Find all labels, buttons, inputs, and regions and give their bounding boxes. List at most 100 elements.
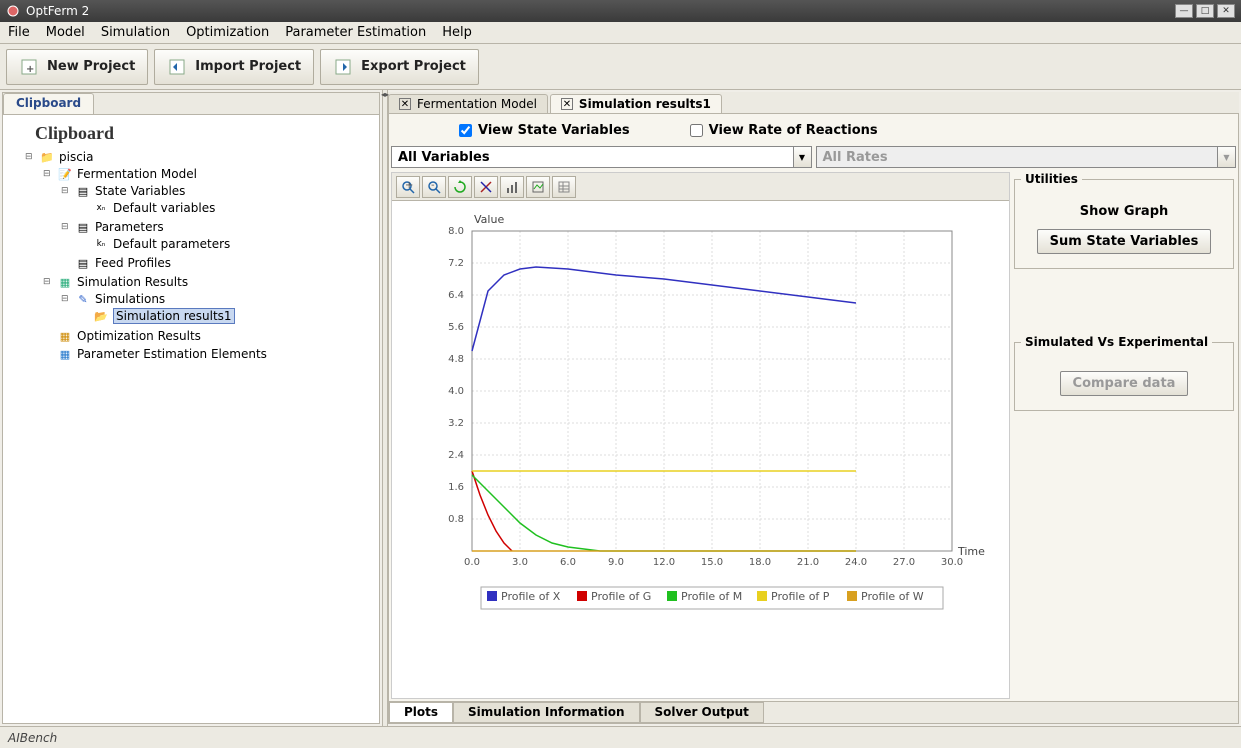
tree-node-par-est[interactable]: ▦ Parameter Estimation Elements [43,346,375,362]
menubar: FileModelSimulationOptimizationParameter… [0,22,1241,44]
tree-node-sim-results[interactable]: ⊟ ▦ Simulation Results [43,274,375,290]
zoom-out-button[interactable]: - [422,176,446,198]
tab-label: Simulation results1 [579,97,711,111]
check-label: View State Variables [478,123,630,138]
tree-label: Default parameters [113,237,230,251]
expand-icon[interactable]: ⊟ [61,222,71,232]
expand-icon[interactable]: ⊟ [61,294,71,304]
svg-text:6.0: 6.0 [560,557,576,568]
splitter[interactable]: ◂▸ [382,90,388,726]
expand-icon[interactable]: ⊟ [25,152,35,162]
export-chart-button[interactable] [526,176,550,198]
tree-node-simulations[interactable]: ⊟ ✎ Simulations [61,291,375,307]
edit-chart-button[interactable] [474,176,498,198]
menu-model[interactable]: Model [38,23,93,42]
svg-text:30.0: 30.0 [941,557,963,568]
toolbar-label: New Project [47,59,135,74]
close-tab-icon[interactable]: ✕ [399,98,411,110]
svg-text:2.4: 2.4 [448,450,464,461]
reset-zoom-button[interactable] [448,176,472,198]
tree-node-project[interactable]: ⊟ 📁 piscia [25,149,375,165]
import-project-button[interactable]: Import Project [154,49,314,85]
maximize-button[interactable]: □ [1196,4,1214,18]
expand-icon[interactable]: ⊟ [43,277,53,287]
param-icon: kₙ [93,236,109,252]
svg-text:Profile of M: Profile of M [681,590,742,603]
tree-node-state-vars[interactable]: ⊟ ▤ State Variables [61,183,375,199]
chevron-down-icon: ▼ [1217,147,1235,167]
tree-node-default-vars[interactable]: xₙ Default variables [79,200,375,216]
svg-text:0.0: 0.0 [464,557,480,568]
minimize-button[interactable]: — [1175,4,1193,18]
checkbox-state-vars[interactable] [459,124,472,137]
bottom-tabstrip: PlotsSimulation InformationSolver Output [389,701,1238,723]
chart-toolbar: + - [392,173,1009,201]
right-pane: ✕Fermentation Model✕Simulation results1 … [388,92,1239,724]
table-view-button[interactable] [552,176,576,198]
tree-label: piscia [59,150,94,164]
chart-settings-button[interactable] [500,176,524,198]
expand-icon[interactable]: ⊟ [43,169,53,179]
check-state-vars[interactable]: View State Variables [459,123,630,138]
checkbox-rate[interactable] [690,124,703,137]
svg-text:Profile of P: Profile of P [771,590,830,603]
zoom-in-button[interactable]: + [396,176,420,198]
menu-parameter-estimation[interactable]: Parameter Estimation [277,23,434,42]
statusbar: AIBench [0,726,1241,748]
folder-open-icon: 📂 [93,308,109,324]
menu-optimization[interactable]: Optimization [178,23,277,42]
menu-file[interactable]: File [0,23,38,42]
tab-simulation-results1[interactable]: ✕ Simulation results1 [550,94,722,113]
sim-vs-exp-label: Simulated Vs Experimental [1021,335,1212,349]
chart-area: 0.81.62.43.24.04.85.66.47.28.00.03.06.09… [392,201,1009,698]
toolbar-icon: + [19,57,39,77]
toolbar: + New Project Import Project Export Project [0,44,1241,90]
menu-simulation[interactable]: Simulation [93,23,178,42]
tree-node-default-params[interactable]: kₙ Default parameters [79,236,375,252]
tree-node-opt-results[interactable]: ▦ Optimization Results [43,328,375,344]
svg-text:+: + [26,64,34,75]
menu-help[interactable]: Help [434,23,480,42]
bottom-tab-simulation-information[interactable]: Simulation Information [453,702,639,723]
clipboard-tab[interactable]: Clipboard [3,93,94,114]
close-button[interactable]: ✕ [1217,4,1235,18]
tree-node-model[interactable]: ⊟ 📝 Fermentation Model [43,166,375,182]
chevron-down-icon[interactable]: ▼ [793,147,811,167]
check-rate-reactions[interactable]: View Rate of Reactions [690,123,878,138]
sum-state-button[interactable]: Sum State Variables [1037,229,1212,254]
new-project-button[interactable]: + New Project [6,49,148,85]
list-icon: ▤ [75,255,91,271]
tree-label: Optimization Results [77,329,201,343]
export-project-button[interactable]: Export Project [320,49,479,85]
tree-label: Simulations [95,292,165,306]
svg-text:4.8: 4.8 [448,354,464,365]
tree-node-parameters[interactable]: ⊟ ▤ Parameters [61,219,375,235]
svg-text:5.6: 5.6 [448,322,464,333]
svg-text:6.4: 6.4 [448,290,464,301]
bottom-tab-plots[interactable]: Plots [389,702,453,723]
opt-icon: ▦ [57,328,73,344]
tree-label: State Variables [95,184,185,198]
toolbar-icon [333,57,353,77]
close-tab-icon[interactable]: ✕ [561,98,573,110]
tab-fermentation-model[interactable]: ✕Fermentation Model [388,94,548,113]
svg-text:1.6: 1.6 [448,482,464,493]
toolbar-label: Import Project [195,59,301,74]
svg-text:3.0: 3.0 [512,557,528,568]
model-icon: 📝 [57,166,73,182]
svg-text:Profile of W: Profile of W [861,590,924,603]
combo-variables[interactable]: All Variables ▼ [391,146,812,168]
svg-text:8.0: 8.0 [448,226,464,237]
bottom-tab-solver-output[interactable]: Solver Output [640,702,764,723]
tree-node-sim-results1[interactable]: 📂 Simulation results1 [79,308,375,324]
expand-icon[interactable]: ⊟ [61,186,71,196]
svg-text:27.0: 27.0 [893,557,915,568]
svg-text:7.2: 7.2 [448,258,464,269]
tree-container: Clipboard ⊟ 📁 piscia ⊟ [3,115,379,723]
app-icon [6,4,20,18]
tree-node-feed[interactable]: ▤ Feed Profiles [61,255,375,271]
view-options-row: View State Variables View Rate of Reacti… [389,114,1238,146]
collapse-icon[interactable]: ◂▸ [381,90,389,99]
clipboard-heading: Clipboard [35,123,375,144]
sim-icon: ▦ [57,274,73,290]
